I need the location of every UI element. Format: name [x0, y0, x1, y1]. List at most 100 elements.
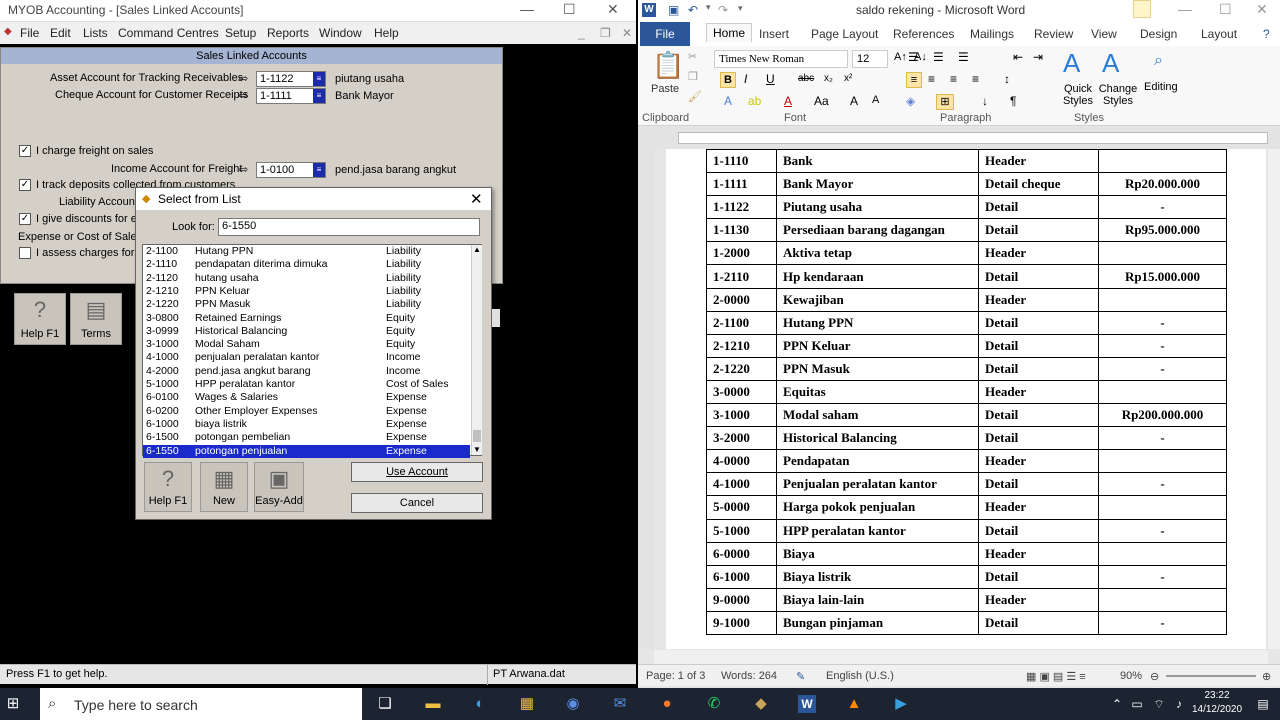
table-cell[interactable]: Piutang usaha [776, 195, 979, 220]
table-cell[interactable]: Equitas [776, 379, 979, 405]
clock-time[interactable]: 23:22 [1192, 690, 1242, 701]
table-cell[interactable] [1098, 541, 1227, 566]
tab-references[interactable]: References [893, 27, 954, 41]
table-cell[interactable]: PPN Keluar [776, 333, 979, 358]
table-cell[interactable]: Detail [978, 333, 1099, 358]
table-cell[interactable]: Rp20.000.000 [1098, 172, 1227, 197]
table-cell[interactable]: Detail [978, 426, 1099, 451]
table-cell[interactable]: Rp95.000.000 [1098, 218, 1227, 243]
table-cell[interactable]: Kewajiban [776, 287, 979, 312]
table-cell[interactable]: Biaya lain-lain [776, 587, 979, 612]
tab-layout[interactable]: Layout [1201, 27, 1237, 41]
table-cell[interactable] [1098, 379, 1227, 405]
table-cell[interactable]: Detail [978, 264, 1099, 289]
table-cell[interactable]: Detail [978, 564, 1099, 589]
help-icon[interactable]: ? [1263, 27, 1270, 41]
list-item[interactable]: 6-1000 biaya listrik Expense [143, 418, 470, 431]
word-count[interactable]: Words: 264 [721, 670, 777, 682]
table-cell[interactable]: 2-1100 [706, 310, 777, 335]
vertical-scrollbar[interactable] [1268, 149, 1280, 649]
list-item[interactable]: 6-1550 potongan penjualan Expense [143, 444, 470, 458]
list-button-icon[interactable]: ≡ [313, 72, 325, 86]
format-painter-icon[interactable]: 🖌 [688, 90, 702, 103]
file-explorer-icon[interactable]: ▬ [424, 695, 442, 713]
tab-design[interactable]: Design [1140, 27, 1177, 41]
battery-icon[interactable]: ▭ [1128, 695, 1146, 713]
tray-chevron-icon[interactable]: ⌃ [1108, 695, 1126, 713]
whatsapp-icon[interactable]: ✆ [705, 695, 723, 713]
menu-help[interactable]: Help [374, 26, 399, 40]
grow-font-icon[interactable]: A↑ [894, 51, 907, 63]
table-cell[interactable]: 6-0000 [706, 541, 777, 566]
list-item[interactable]: 3-1000 Modal Saham Equity [143, 338, 470, 351]
table-cell[interactable] [1098, 449, 1227, 474]
table-cell[interactable]: - [1098, 356, 1227, 381]
menu-edit[interactable]: Edit [50, 26, 71, 40]
copy-icon[interactable]: ❐ [688, 70, 698, 83]
table-cell[interactable]: Header [978, 241, 1099, 266]
grow-font-icon-2[interactable]: A [850, 94, 858, 108]
tab-page-layout[interactable]: Page Layout [811, 27, 878, 41]
look-for-input[interactable]: 6-1550 [218, 218, 480, 236]
quick-access-menu-icon[interactable]: ▾ [738, 3, 743, 14]
change-styles-label[interactable]: Change Styles [1098, 83, 1138, 107]
tab-mailings[interactable]: Mailings [970, 27, 1014, 41]
table-cell[interactable]: Rp200.000.000 [1098, 403, 1227, 428]
horizontal-scrollbar[interactable] [654, 650, 1268, 664]
table-cell[interactable]: Detail [978, 195, 1099, 220]
borders-icon[interactable]: ⊞ [936, 94, 954, 110]
table-cell[interactable]: Harga pokok penjualan [776, 495, 979, 520]
tab-insert[interactable]: Insert [759, 27, 789, 41]
freight-checkbox[interactable]: ✓ [19, 145, 31, 157]
cut-icon[interactable]: ✂ [688, 50, 697, 63]
list-item[interactable]: 2-1220 PPN Masuk Liability [143, 298, 470, 311]
proofing-icon[interactable]: ✎ [796, 670, 805, 683]
firefox-icon[interactable]: ● [658, 695, 676, 713]
table-cell[interactable]: Penjualan peralatan kantor [776, 472, 979, 497]
minimize-icon[interactable]: — [520, 1, 534, 17]
list-item[interactable]: 2-1100 Hutang PPN Liability [143, 245, 470, 258]
table-cell[interactable]: PPN Masuk [776, 356, 979, 381]
table-cell[interactable]: 1-1122 [706, 195, 777, 220]
table-cell[interactable]: Header [978, 541, 1099, 566]
table-cell[interactable]: Detail [978, 472, 1099, 497]
table-cell[interactable]: 9-1000 [706, 610, 777, 635]
scroll-up-icon[interactable]: ▲ [473, 245, 481, 254]
new-button[interactable]: ▦ New [200, 462, 248, 512]
table-cell[interactable]: - [1098, 610, 1227, 635]
table-cell[interactable]: Detail [978, 403, 1099, 428]
list-button-icon[interactable]: ≡ [313, 163, 325, 177]
quick-styles-label[interactable]: Quick Styles [1060, 83, 1096, 107]
numbering-icon[interactable]: ☰ [933, 50, 944, 64]
table-cell[interactable]: Pendapatan [776, 449, 979, 474]
word-minimize-icon[interactable]: — [1178, 1, 1192, 17]
document-page[interactable]: 1-1110 Bank Header 1-1111 Bank Mayor Detail c… [666, 148, 1266, 649]
table-cell[interactable]: 6-1000 [706, 564, 777, 589]
task-view-icon[interactable]: ❏ [376, 695, 394, 713]
font-color-icon[interactable]: A [784, 94, 792, 108]
menu-command-centres[interactable]: Command Centres [118, 26, 219, 40]
bold-icon[interactable]: B [720, 72, 736, 88]
mail-icon[interactable]: ✉ [611, 695, 629, 713]
view-buttons-icon[interactable]: ▦ ▣ ▤ ☰ ≡ [1026, 670, 1086, 683]
strikethrough-icon[interactable]: abc [798, 73, 814, 84]
line-spacing-icon[interactable]: ↕ [1004, 72, 1010, 86]
save-icon[interactable]: ▣ [668, 3, 679, 17]
notification-icon[interactable]: ▤ [1254, 695, 1272, 713]
paste-label[interactable]: Paste [651, 83, 679, 95]
table-cell[interactable]: Aktiva tetap [776, 241, 979, 266]
taskbar-search[interactable]: ⌕ Type here to search [40, 688, 362, 720]
table-cell[interactable]: Header [978, 148, 1099, 174]
menu-lists[interactable]: Lists [83, 26, 108, 40]
sort-icon[interactable]: ↓ [982, 94, 988, 108]
dialog-close-icon[interactable]: ✕ [470, 190, 483, 208]
table-cell[interactable]: Detail [978, 518, 1099, 543]
maximize-icon[interactable]: ☐ [563, 1, 576, 18]
table-cell[interactable] [1098, 148, 1227, 174]
table-cell[interactable]: Detail cheque [978, 172, 1099, 197]
language[interactable]: English (U.S.) [826, 670, 894, 682]
table-cell[interactable]: 5-0000 [706, 495, 777, 520]
table-cell[interactable]: - [1098, 310, 1227, 335]
undo-dropdown-icon[interactable]: ▾ [706, 2, 711, 13]
tab-home[interactable]: Home [706, 23, 753, 42]
